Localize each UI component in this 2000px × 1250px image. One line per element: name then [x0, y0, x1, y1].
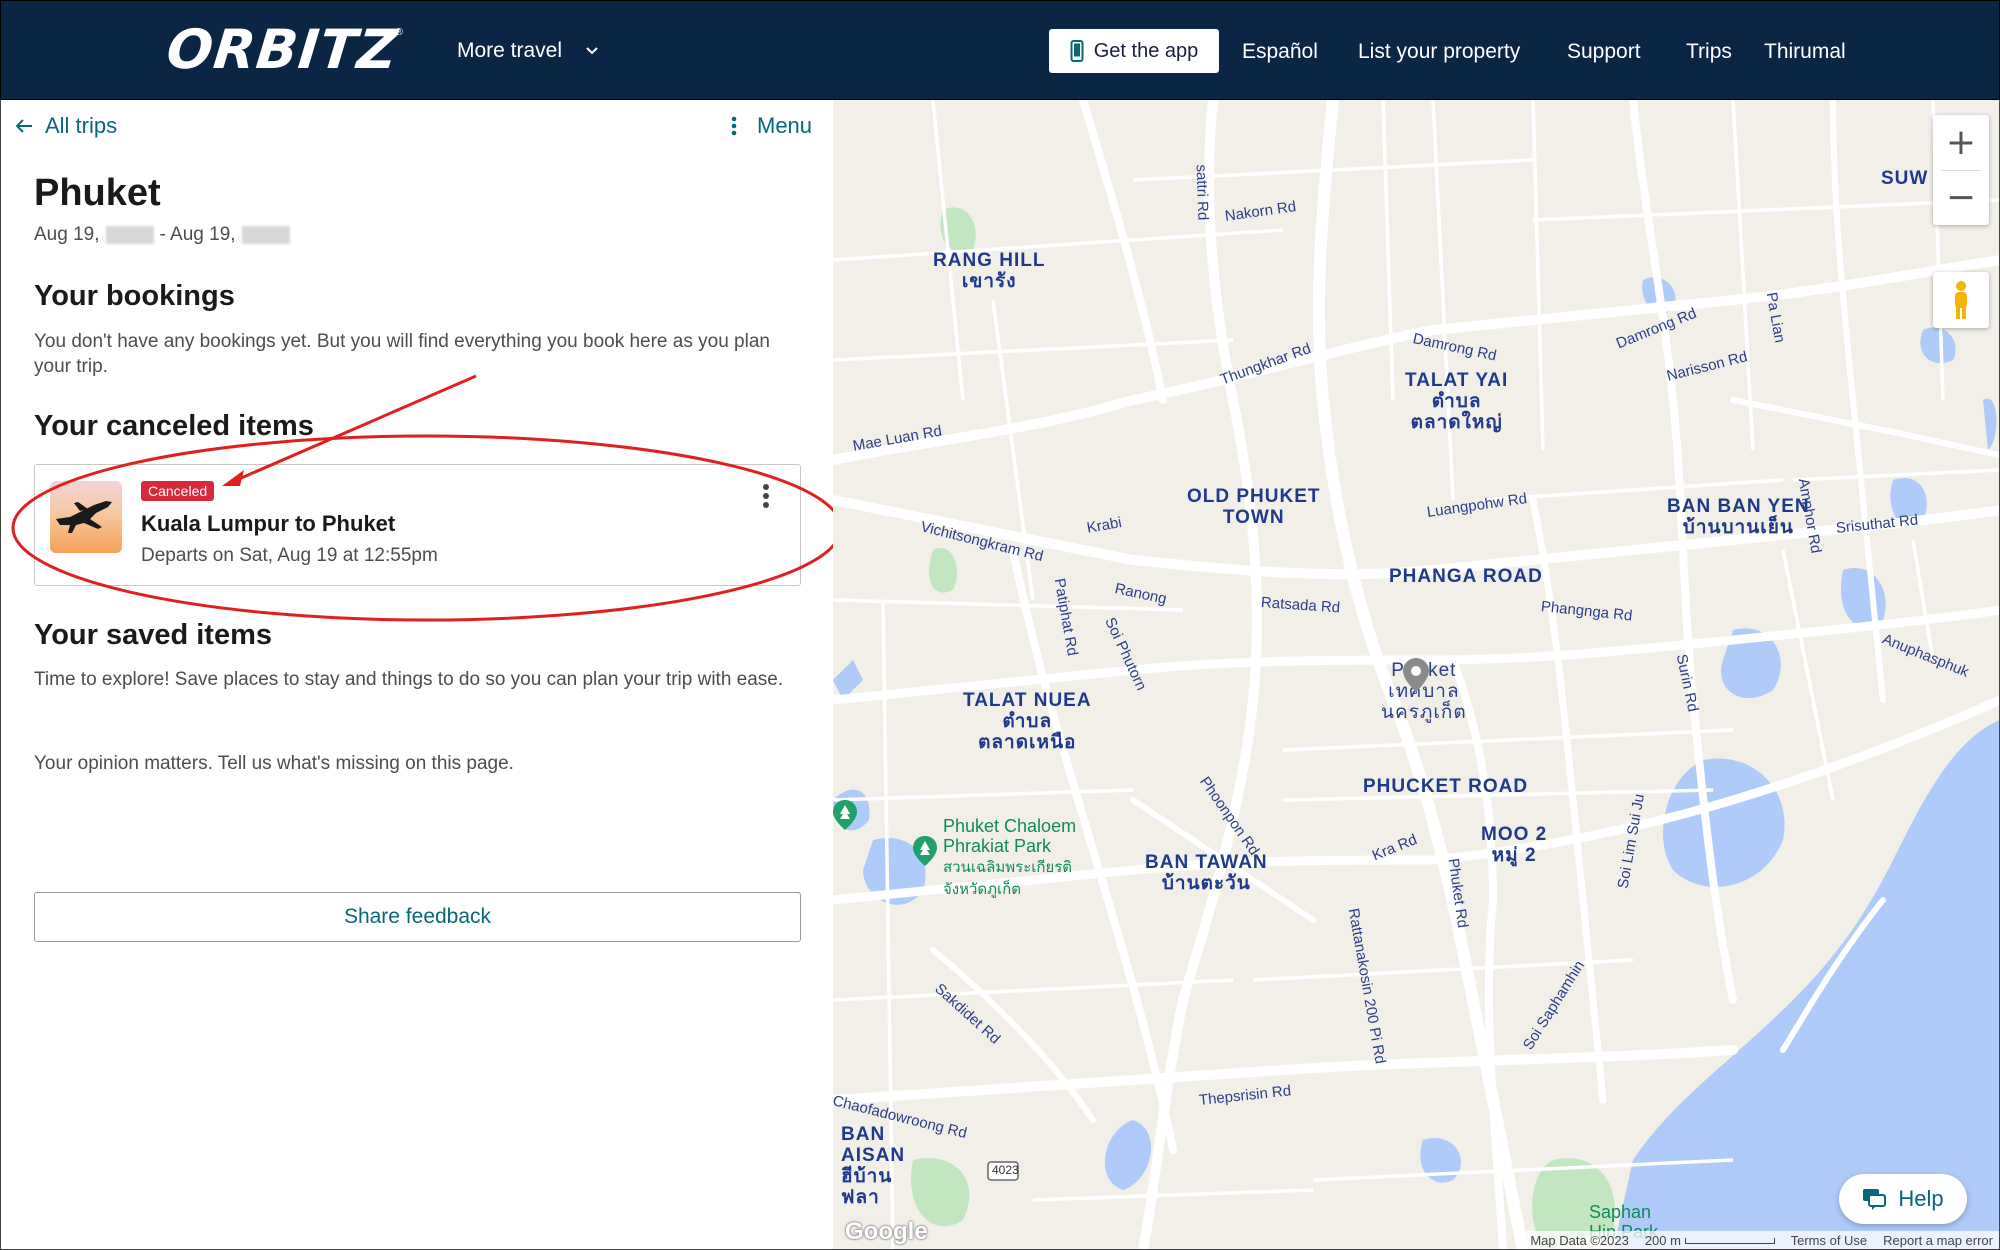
bookings-empty-text: You don't have any bookings yet. But you…	[34, 331, 770, 377]
map-area-phucket-road: PHUCKET ROAD	[1363, 776, 1529, 797]
trip-date-end: - Aug 19,	[159, 224, 236, 245]
help-button[interactable]: Help	[1839, 1174, 1967, 1224]
flight-thumbnail	[50, 481, 122, 553]
map-area-moo-2: MOO 2 หมู่ 2	[1481, 824, 1548, 866]
map-scale[interactable]: 200 m	[1645, 1233, 1775, 1248]
top-navigation-bar: ORBITZ ® More travel Get the app Español…	[0, 0, 2000, 100]
flight-departure-text: Departs on Sat, Aug 19 at 12:55pm	[141, 545, 438, 566]
trip-menu-button[interactable]: Menu	[731, 112, 812, 140]
canceled-items-heading: Your canceled items	[34, 410, 314, 442]
arrow-left-icon	[15, 119, 32, 133]
menu-label: Menu	[757, 113, 813, 138]
flight-route-title: Kuala Lumpur to Phuket	[141, 511, 396, 536]
kebab-menu-icon	[731, 116, 737, 136]
share-feedback-button[interactable]: Share feedback	[34, 892, 801, 942]
pegman-icon	[1955, 281, 1967, 319]
get-the-app-button[interactable]: Get the app	[1049, 29, 1219, 73]
nav-list-property-link[interactable]: List your property	[1358, 37, 1520, 67]
trip-dates: Aug 19, - Aug 19,	[34, 224, 296, 246]
chat-bubble-icon	[1863, 1189, 1887, 1210]
route-number-label: 4023	[992, 1163, 1019, 1177]
trip-date-start: Aug 19,	[34, 224, 100, 245]
trip-details-panel: All trips Menu Phuket Aug 19, - Aug 19, …	[0, 100, 833, 1250]
saved-items-heading: Your saved items	[34, 619, 273, 651]
zoom-in-button[interactable]: +	[1933, 115, 1989, 170]
airplane-icon	[56, 501, 112, 533]
bookings-heading: Your bookings	[34, 280, 235, 312]
map-area-talat-yai: TALAT YAI ตำบล ตลาดใหญ่	[1405, 370, 1509, 433]
park-marker-icon[interactable]	[833, 800, 857, 830]
map-area-phanga-road: PHANGA ROAD	[1389, 566, 1543, 587]
orbitz-logo[interactable]: ORBITZ ®	[163, 18, 407, 81]
google-logo[interactable]: Google	[845, 1218, 928, 1246]
all-trips-label: All trips	[45, 113, 118, 138]
get-the-app-label: Get the app	[1093, 39, 1199, 62]
help-label: Help	[1898, 1186, 1944, 1211]
street-view-pegman[interactable]	[1933, 272, 1989, 328]
logo-registered-mark: ®	[395, 27, 403, 38]
map-panel[interactable]: RANG HILL เขารัง TALAT YAI ตำบล ตลาดใหญ่ OL…	[833, 100, 2000, 1250]
map-park-chaloem-phrakiat[interactable]: Phuket Chaloem Phrakiat Park สวนเฉลิมพระเก…	[943, 816, 1076, 900]
road-label: sattri Rd	[1192, 164, 1212, 221]
trip-title: Phuket	[34, 172, 161, 214]
all-trips-back-link[interactable]: All trips	[15, 112, 117, 140]
more-travel-label: More travel	[457, 39, 563, 62]
location-pin-icon[interactable]	[1403, 658, 1429, 692]
map-data-attribution: Map Data ©2023	[1530, 1232, 1629, 1248]
plus-icon: +	[1945, 121, 1977, 163]
map-area-talat-nuea: TALAT NUEA ตำบล ตลาดเหนือ	[963, 690, 1092, 753]
logo-text: ORBITZ	[163, 18, 402, 81]
zoom-out-button[interactable]: −	[1933, 170, 1989, 225]
minus-icon: −	[1945, 176, 1977, 218]
saved-items-empty-text: Time to explore! Save places to stay and…	[34, 669, 784, 690]
phone-icon	[1070, 40, 1084, 62]
map-area-ban-ban-yen: BAN BAN YEN บ้านบานเย็น	[1667, 496, 1810, 538]
map-area-rang-hill: RANG HILL เขารัง	[933, 250, 1046, 292]
opinion-text: Your opinion matters. Tell us what's mis…	[34, 753, 514, 774]
nav-espanol-link[interactable]: Español	[1242, 37, 1318, 67]
map-area-old-phuket-town: OLD PHUKET TOWN	[1187, 486, 1321, 528]
report-map-error-link[interactable]: Report a map error	[1883, 1233, 1993, 1248]
card-options-icon[interactable]	[759, 483, 773, 509]
redacted-year	[241, 226, 290, 244]
more-travel-dropdown[interactable]: More travel	[457, 33, 600, 69]
nav-support-link[interactable]: Support	[1567, 37, 1641, 67]
chevron-down-icon	[586, 47, 598, 55]
nav-user-account-link[interactable]: Thirumal	[1764, 37, 1846, 67]
redacted-year	[105, 226, 154, 244]
map-footer: Map Data ©2023 200 m Terms of Use Report…	[1524, 1231, 1999, 1249]
nav-trips-link[interactable]: Trips	[1686, 37, 1732, 67]
canceled-status-badge: Canceled	[141, 481, 215, 501]
map-area-ban-tawan: BAN TAWAN บ้านตะวัน	[1145, 852, 1268, 894]
canceled-flight-card[interactable]: Canceled Kuala Lumpur to Phuket Departs …	[34, 464, 801, 586]
map-area-ban-aisan: BAN AISAN ฮีบ้าน ฟลา	[841, 1124, 906, 1208]
park-marker-icon[interactable]	[913, 836, 937, 866]
zoom-controls: + −	[1933, 115, 1989, 225]
terms-of-use-link[interactable]: Terms of Use	[1791, 1233, 1868, 1248]
map-area-suw: SUW	[1881, 168, 1929, 189]
